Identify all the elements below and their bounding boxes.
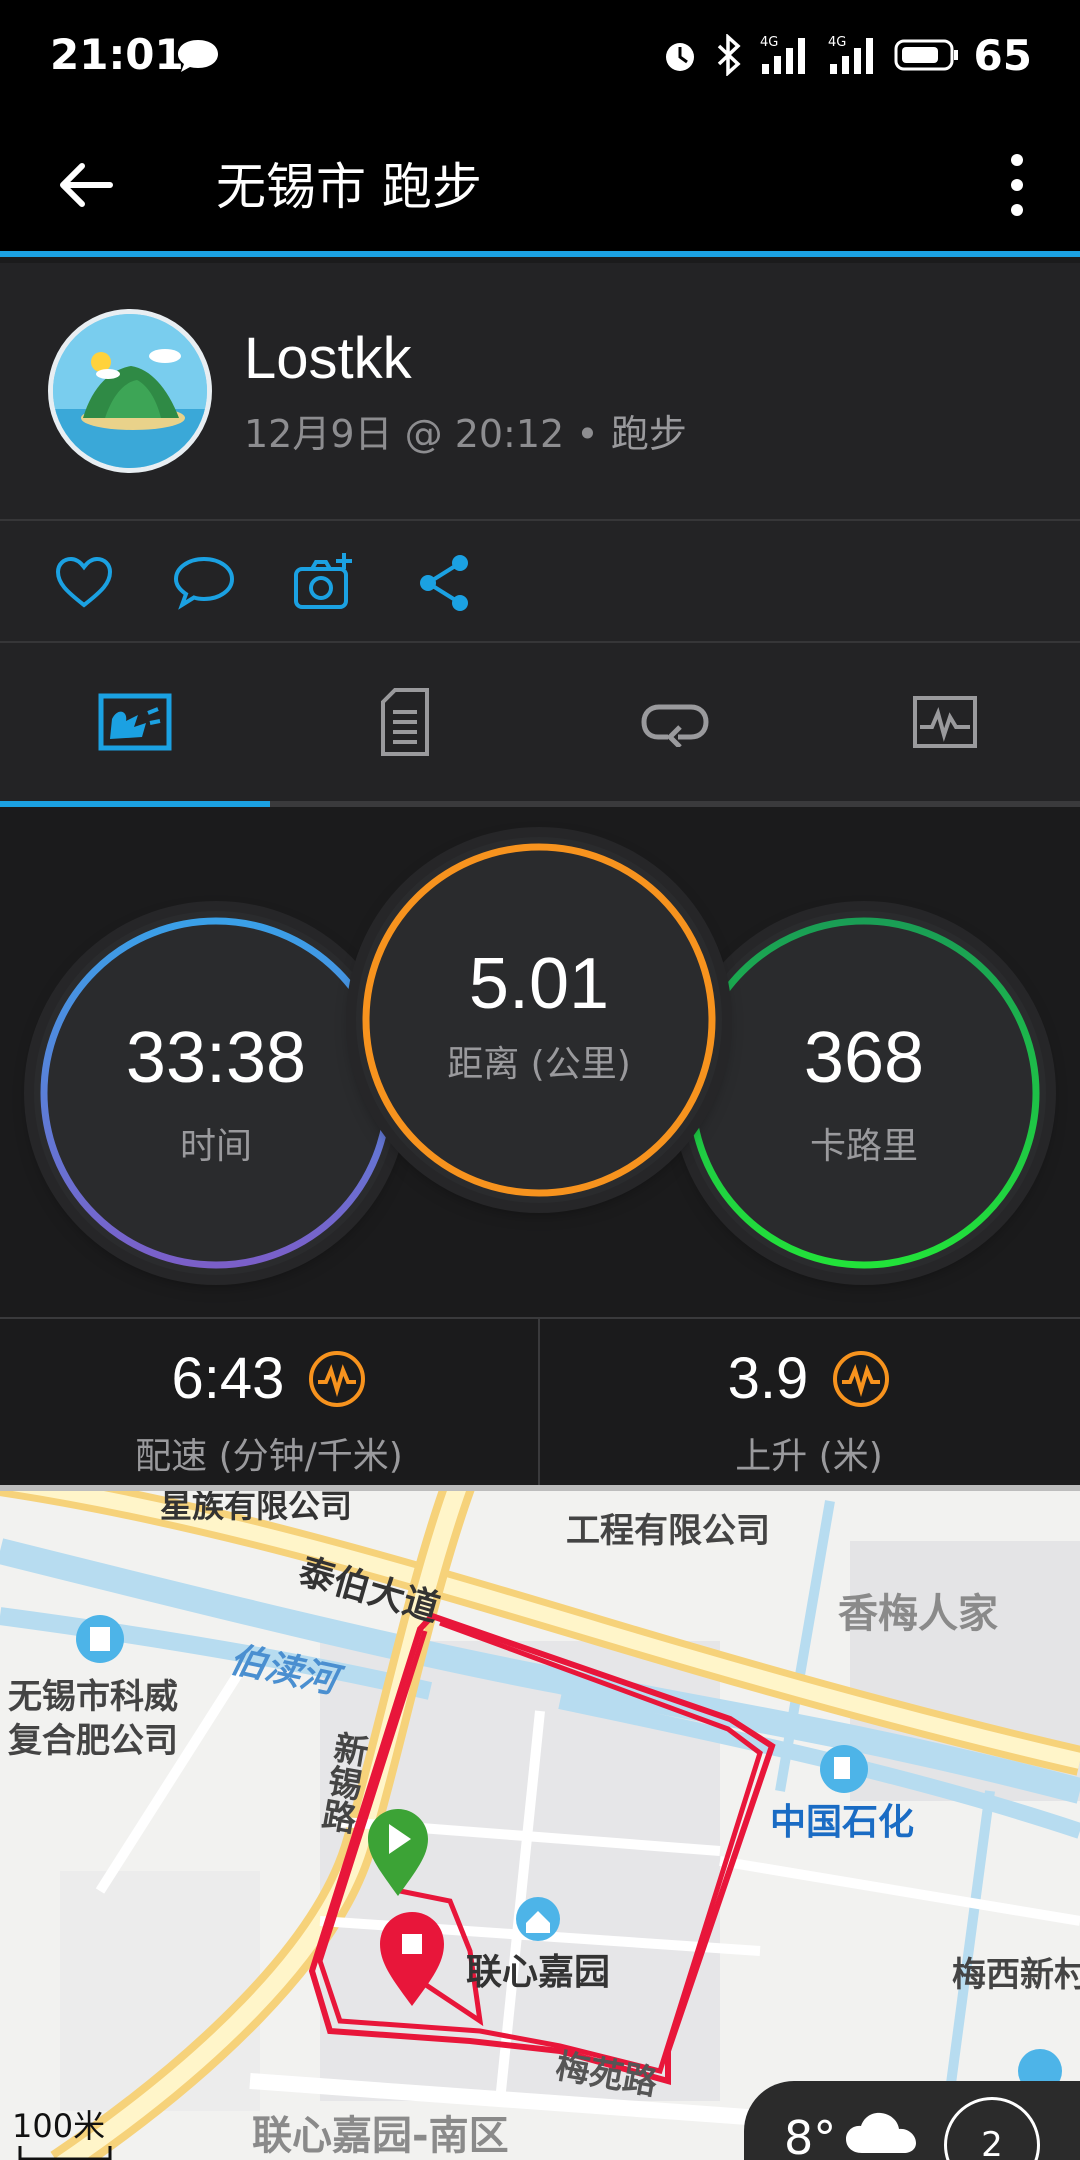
- signal-icon: 4G: [760, 35, 805, 74]
- svg-text:4G: 4G: [760, 35, 778, 50]
- tab-laps[interactable]: [540, 643, 810, 801]
- route-map[interactable]: 星族有限公司 工程有限公司 泰伯大道 香梅人家 伯渎河 无锡市科威 复合肥公司 …: [0, 1485, 1080, 2160]
- weather-temp: 8°: [784, 2111, 837, 2160]
- map-label-kewei-2: 复合肥公司: [8, 1721, 178, 1761]
- back-arrow-icon[interactable]: [52, 150, 122, 220]
- map-label-kewei-1: 无锡市科威: [8, 1677, 178, 1717]
- battery-percent: 65: [973, 30, 1032, 80]
- signal-icon-2: 4G: [828, 35, 873, 74]
- share-icon[interactable]: [412, 551, 476, 615]
- calories-stat: 368 卡路里: [682, 911, 1046, 1275]
- meta-separator: •: [576, 412, 599, 456]
- laps-loop-icon: [641, 704, 709, 747]
- tab-details[interactable]: [270, 643, 540, 801]
- distance-stat: 5.01 距离 (公里): [356, 837, 722, 1203]
- more-options-icon[interactable]: [992, 148, 1042, 222]
- pace-stat[interactable]: 6:43 配速 (分钟/千米): [0, 1319, 538, 1487]
- map-label-xiangmei: 香梅人家: [838, 1591, 998, 1637]
- map-label-sinopec: 中国石化: [770, 1802, 915, 1843]
- calories-ring: [688, 917, 1040, 1269]
- map-label-company: 星族有限公司: [160, 1487, 353, 1525]
- ascent-value: 3.9: [727, 1346, 809, 1411]
- activity-meta: 12月9日 @ 20:12 • 跑步: [244, 403, 687, 458]
- status-icons: 4G 4G 65: [660, 30, 1032, 80]
- map-scale-label: 100米: [12, 2107, 106, 2145]
- comment-icon[interactable]: [172, 551, 236, 615]
- status-time: 21:01: [50, 30, 184, 79]
- overview-chart-icon: [98, 693, 172, 751]
- activity-date: 12月9日 @ 20:12: [244, 412, 565, 456]
- activity-header: Lostkk 12月9日 @ 20:12 • 跑步: [0, 263, 1080, 521]
- alarm-icon: [665, 43, 694, 71]
- battery-icon: [894, 39, 958, 71]
- compass-icon[interactable]: 2: [944, 2097, 1040, 2160]
- tab-overview[interactable]: [0, 643, 270, 801]
- tab-bar: [0, 643, 1080, 807]
- add-photo-icon[interactable]: [292, 551, 356, 615]
- username[interactable]: Lostkk: [244, 325, 412, 392]
- map-label-meixi: 梅西新村: [952, 1955, 1080, 1995]
- map-label-engineering: 工程有限公司: [566, 1511, 770, 1551]
- island-avatar-icon: [53, 314, 207, 468]
- secondary-stats: 6:43 配速 (分钟/千米) 3.9 上升 (米): [0, 1317, 1080, 1487]
- activity-type: 跑步: [610, 412, 687, 456]
- time-stat: 33:38 时间: [34, 911, 398, 1275]
- bluetooth-icon: [717, 34, 741, 76]
- weather-widget[interactable]: 8° 2: [744, 2081, 1080, 2160]
- cloud-icon: [846, 2112, 916, 2153]
- pace-value: 6:43: [171, 1346, 285, 1411]
- heart-rate-chart-icon: [913, 696, 977, 748]
- like-heart-icon[interactable]: [52, 551, 116, 615]
- pace-chart-icon: [309, 1350, 366, 1407]
- page-title: 无锡市 跑步: [216, 158, 482, 216]
- action-bar: [0, 521, 1080, 643]
- status-bar: 21:01 4G 4G 65: [0, 0, 1080, 112]
- chat-bubble-icon: [178, 40, 218, 72]
- avatar[interactable]: [48, 309, 212, 473]
- app-bar: 无锡市 跑步: [0, 112, 1080, 257]
- tab-charts[interactable]: [810, 643, 1080, 801]
- summary-stats: 33:38 时间 368 卡路里 5.01 距离 (公里): [0, 807, 1080, 1317]
- svg-text:4G: 4G: [828, 35, 846, 50]
- distance-ring: [362, 843, 716, 1197]
- ascent-stat[interactable]: 3.9 上升 (米): [540, 1319, 1078, 1487]
- time-ring: [40, 917, 392, 1269]
- pace-label: 配速 (分钟/千米): [135, 1436, 403, 1477]
- map-label-lianxin-south: 联心嘉园-南区: [252, 2113, 509, 2159]
- ascent-chart-icon: [833, 1350, 890, 1407]
- map-label-lianxin: 联心嘉园: [466, 1952, 611, 1993]
- document-icon: [381, 688, 429, 756]
- ascent-label: 上升 (米): [735, 1436, 883, 1477]
